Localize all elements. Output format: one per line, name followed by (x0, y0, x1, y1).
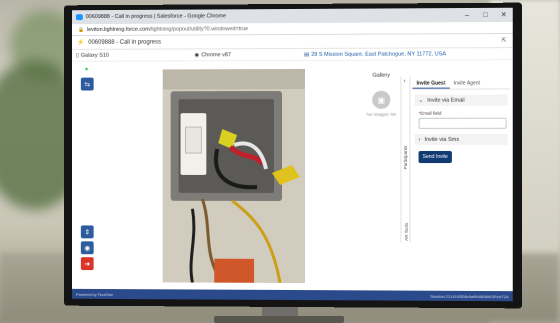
image-placeholder-icon: ▣ (372, 90, 391, 109)
side-rail: › Participants AR Tools (400, 76, 411, 243)
footer-bar: Powered by TechSee Session 211416SE8o9a9… (72, 288, 513, 302)
location-icon: ▤ (303, 51, 310, 58)
invite-tabs: Invite Guest Invite Agent (412, 76, 510, 90)
minimize-button[interactable]: – (458, 11, 476, 19)
customer-address[interactable]: 28 S Mission Square, East Patchogue, NY … (311, 51, 446, 58)
popout-icon[interactable]: ⇱ (502, 37, 507, 44)
close-button[interactable]: ✕ (494, 11, 512, 19)
invite-sms-label: Invite via Sms (424, 136, 460, 143)
session-id-text: Session 211416SE8o9a9N4B06W2RcbT2A (430, 293, 509, 299)
chrome-icon: ◉ (194, 51, 200, 58)
session-main: ● ⇆ Gallery ▣ No Images Yet › Participan… (72, 60, 513, 291)
electrical-box-image (163, 68, 305, 284)
send-invite-button[interactable]: Send Invite (418, 150, 452, 164)
wifi-status-icon: ● (84, 66, 89, 73)
window-title: 00609888 - Call in progress | Salesforce… (85, 13, 226, 21)
tab-invite-guest[interactable]: Invite Guest (412, 76, 450, 89)
phone-icon: ▯ (75, 52, 79, 59)
end-session-button[interactable]: ➜ (80, 257, 94, 271)
invite-email-section[interactable]: ⌄ Invite via Email (414, 94, 508, 106)
salesforce-logo-icon (75, 14, 83, 21)
monitor: 00609888 - Call in progress | Salesforce… (64, 2, 522, 309)
call-title: 00609888 - Call in progress (88, 39, 161, 46)
tab-invite-agent[interactable]: Invite Agent (449, 76, 484, 88)
maximize-button[interactable]: □ (476, 11, 494, 18)
powered-by-text: Powered by TechSee (75, 291, 114, 297)
invite-email-label: Invite via Email (427, 97, 465, 104)
invite-panel: Invite Guest Invite Agent ⌄ Invite via E… (412, 76, 510, 243)
gallery-title: Gallery (372, 72, 391, 79)
url-host: leviton.lightning.force.com (86, 26, 150, 33)
browser-window: 00609888 - Call in progress | Salesforce… (72, 7, 513, 302)
camera-switch-button[interactable]: ⇆ (80, 77, 94, 91)
monitor-foot (214, 316, 344, 323)
lock-icon: 🔒 (77, 26, 85, 33)
ar-tools-tab[interactable]: AR Tools (404, 223, 409, 241)
chevron-right-icon: › (418, 136, 421, 143)
gallery-panel: Gallery ▣ No Images Yet (356, 73, 406, 117)
switch-camera-button[interactable]: ⇕ (80, 225, 94, 239)
participants-tab[interactable]: Participants (403, 146, 408, 170)
gallery-empty-text: No Images Yet (366, 111, 397, 117)
email-field[interactable] (418, 117, 507, 129)
snapshot-camera-icon[interactable]: ◉ (80, 241, 94, 255)
browser-version: Chrome v87 (201, 51, 231, 58)
email-field-label: *Email field (418, 110, 442, 116)
invite-sms-section[interactable]: › Invite via Sms (414, 133, 508, 145)
chevron-right-icon[interactable]: › (403, 79, 405, 85)
chevron-down-icon: ⌄ (418, 97, 424, 104)
live-video-feed[interactable] (162, 68, 305, 284)
url-path: /lightning/popout/utility?0.windowed=tru… (149, 25, 249, 33)
lightning-bolt-icon: ⚡ (76, 39, 85, 46)
device-name: Galaxy S10 (80, 52, 109, 59)
